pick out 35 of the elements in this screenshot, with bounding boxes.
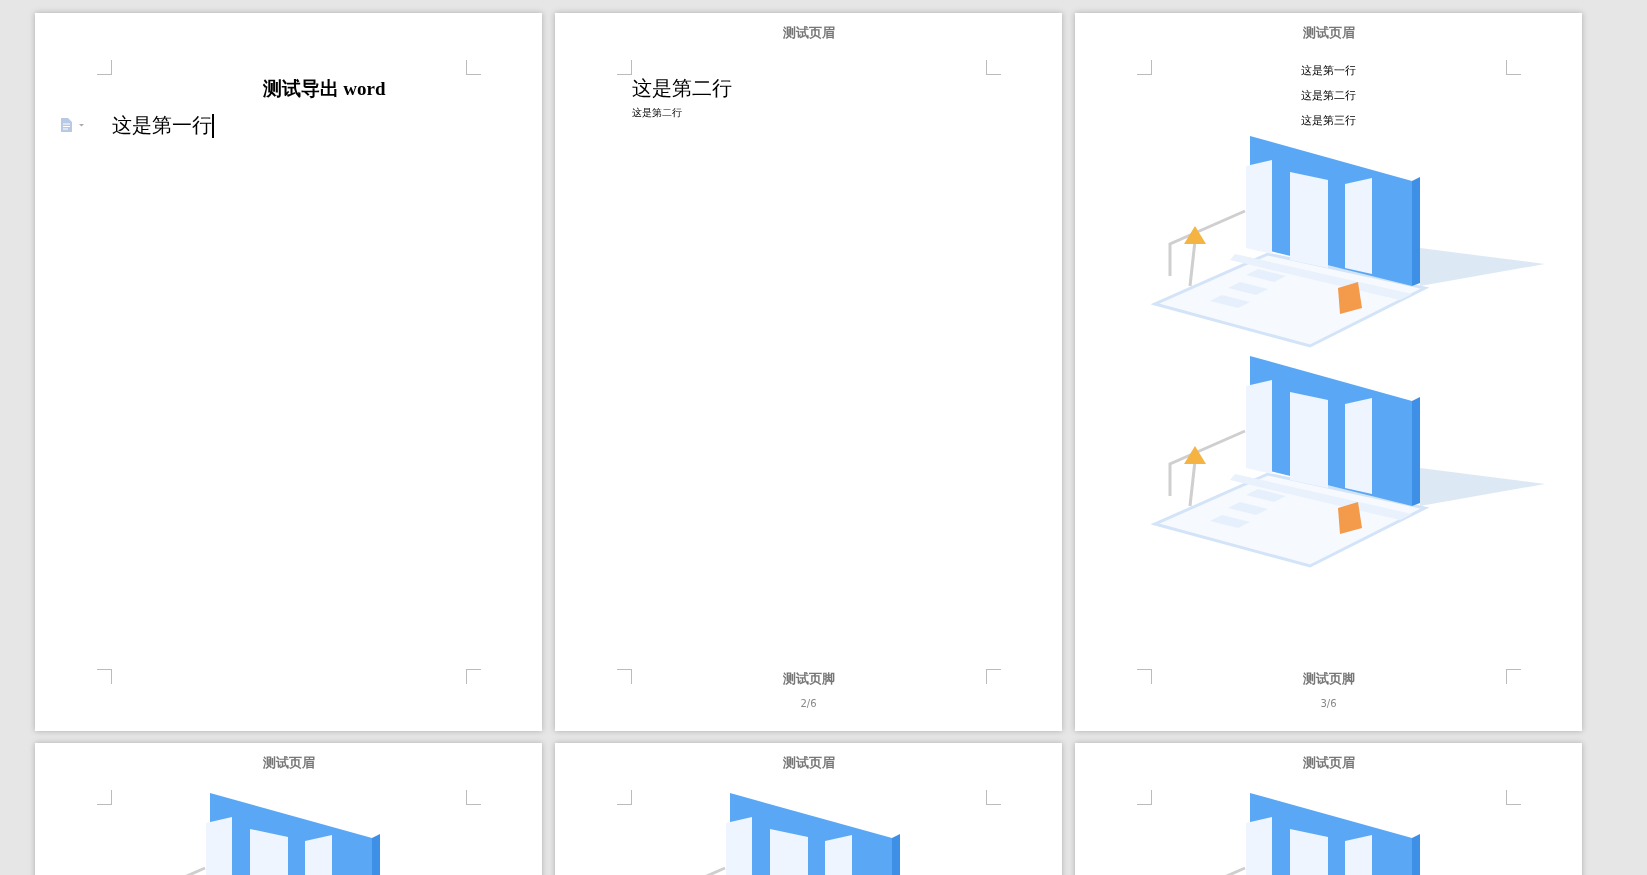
page-header: 测试页眉 <box>1302 754 1355 772</box>
margin-corner-mark <box>1137 790 1152 805</box>
page-header: 测试页眉 <box>782 24 835 42</box>
margin-corner-mark <box>97 60 112 75</box>
document-title: 测试导出 word <box>261 77 387 101</box>
page-footer: 测试页脚 <box>782 670 835 688</box>
margin-corner-mark <box>986 790 1001 805</box>
margin-corner-mark <box>617 669 632 684</box>
margin-corner-mark <box>617 60 632 75</box>
margin-corner-mark <box>617 790 632 805</box>
page-footer: 测试页脚 <box>1302 670 1355 688</box>
margin-corner-mark <box>986 60 1001 75</box>
margin-corner-mark <box>1137 669 1152 684</box>
page-header: 测试页眉 <box>782 754 835 772</box>
page-number: 2/6 <box>800 698 817 709</box>
margin-corner-mark <box>1506 790 1521 805</box>
margin-corner-mark <box>986 669 1001 684</box>
margin-corner-mark <box>1506 60 1521 75</box>
margin-corner-mark <box>97 790 112 805</box>
paragraph-text: 这是第二行 <box>632 106 683 120</box>
page-number: 3/6 <box>1320 698 1337 709</box>
paragraph-text: 这是第三行 <box>1301 113 1356 128</box>
margin-corner-mark <box>466 790 481 805</box>
paragraph-text: 这是第二行 <box>632 76 733 101</box>
margin-corner-mark <box>1506 669 1521 684</box>
paragraph-menu-icon[interactable] <box>60 118 86 132</box>
margin-corner-mark <box>466 60 481 75</box>
margin-corner-mark <box>1137 60 1152 75</box>
page-header: 测试页眉 <box>262 754 315 772</box>
margin-corner-mark <box>466 669 481 684</box>
paragraph-text: 这是第一行 <box>1301 63 1356 78</box>
margin-corner-mark <box>97 669 112 684</box>
page-header: 测试页眉 <box>1302 24 1355 42</box>
paragraph-text: 这是第二行 <box>1301 88 1356 103</box>
paragraph-text: 这是第一行 <box>112 113 212 138</box>
